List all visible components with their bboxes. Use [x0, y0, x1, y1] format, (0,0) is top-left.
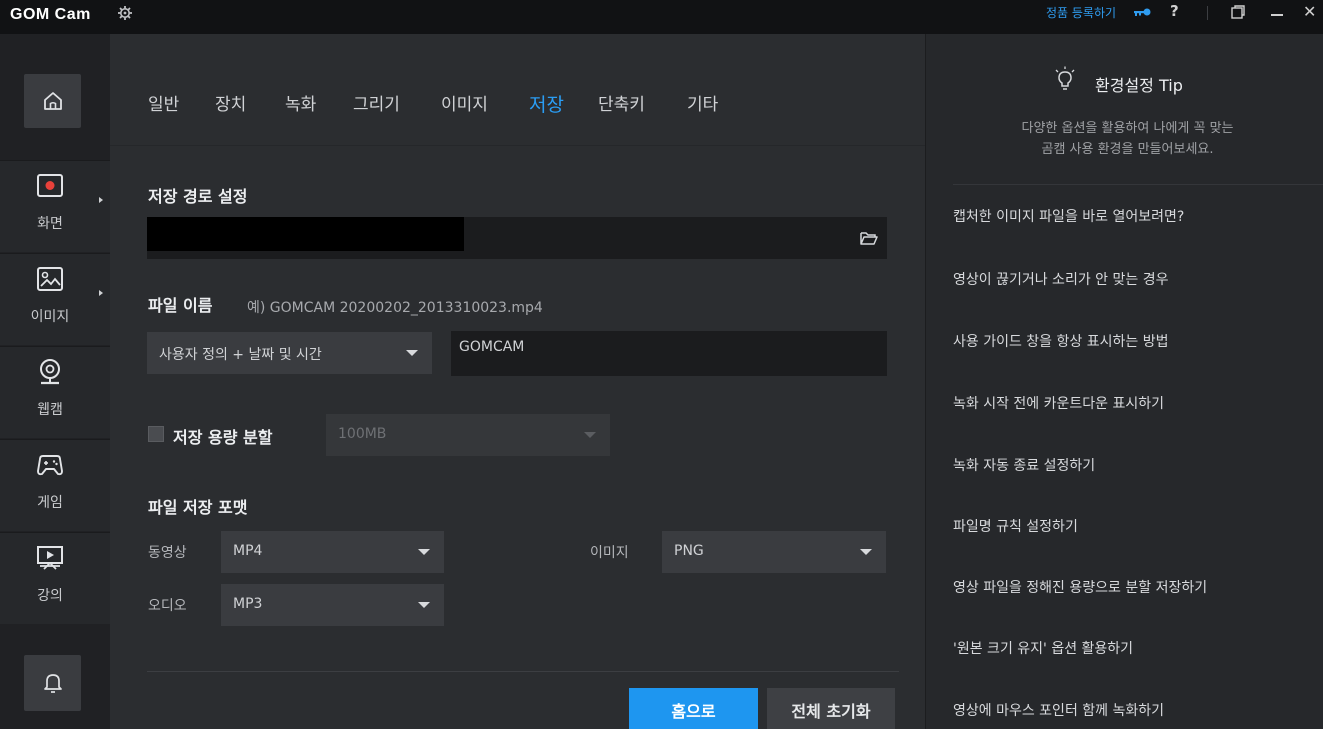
- gamepad-icon: [37, 455, 63, 476]
- tip-link[interactable]: 녹화 자동 종료 설정하기: [953, 455, 1095, 475]
- restore-window-icon[interactable]: [1231, 5, 1245, 19]
- home-icon: [43, 92, 62, 110]
- tips-divider: [953, 184, 1323, 185]
- notification-button[interactable]: [24, 655, 81, 711]
- tab-recording[interactable]: 녹화: [285, 90, 316, 115]
- audio-format-select[interactable]: MP3: [221, 584, 444, 626]
- submenu-arrow-icon: [99, 290, 103, 296]
- register-link[interactable]: 정품 등록하기: [1046, 4, 1116, 21]
- title-bar: GOM Cam 정품 등록하기 ? ✕: [0, 0, 1323, 34]
- sidebar-item-label: 게임: [37, 495, 63, 511]
- tip-link[interactable]: 영상이 끊기거나 소리가 안 맞는 경우: [953, 269, 1168, 289]
- select-value: PNG: [674, 543, 704, 559]
- lecture-icon: [37, 546, 63, 570]
- submenu-arrow-icon: [99, 197, 103, 203]
- chevron-down-icon: [860, 549, 872, 555]
- sidebar-item-label: 이미지: [30, 309, 70, 325]
- file-name-example: 예) GOMCAM 20200202_2013310023.mp4: [247, 300, 543, 316]
- screen-record-icon: [37, 174, 63, 197]
- video-format-select[interactable]: MP4: [221, 531, 444, 573]
- footer-divider: [147, 671, 899, 672]
- tab-drawing[interactable]: 그리기: [353, 90, 400, 115]
- select-value: MP3: [233, 596, 263, 612]
- tab-general[interactable]: 일반: [148, 90, 179, 115]
- home-button[interactable]: [24, 74, 81, 128]
- select-value: 100MB: [338, 426, 387, 442]
- tip-link[interactable]: 파일명 규칙 설정하기: [953, 516, 1078, 536]
- sidebar-item-screen[interactable]: 화면: [0, 160, 110, 252]
- chevron-down-icon: [584, 432, 596, 438]
- app-logo: GOM Cam: [10, 6, 91, 23]
- select-value: 사용자 정의 + 날짜 및 시간: [159, 347, 322, 363]
- select-value: MP4: [233, 543, 263, 559]
- tip-link[interactable]: 녹화 시작 전에 카운트다운 표시하기: [953, 393, 1164, 413]
- file-name-input[interactable]: GOMCAM: [451, 331, 887, 376]
- tips-title: 환경설정 Tip: [1095, 76, 1183, 95]
- tips-description: 다양한 옵션을 활용하여 나에게 꼭 맞는: [1021, 121, 1234, 136]
- sidebar-item-label: 강의: [37, 588, 63, 604]
- tip-link[interactable]: 캡처한 이미지 파일을 바로 열어보려면?: [953, 206, 1184, 226]
- folder-open-icon[interactable]: [860, 231, 878, 246]
- sidebar-item-label: 웹캠: [37, 402, 63, 418]
- chevron-down-icon: [418, 602, 430, 608]
- gear-icon[interactable]: [117, 5, 133, 21]
- file-name-mode-select[interactable]: 사용자 정의 + 날짜 및 시간: [147, 332, 432, 374]
- tip-link[interactable]: 사용 가이드 창을 항상 표시하는 방법: [953, 331, 1168, 351]
- reset-all-button[interactable]: 전체 초기화: [767, 688, 895, 729]
- sidebar-item-label: 화면: [37, 216, 63, 232]
- titlebar-divider: [1207, 6, 1208, 20]
- key-icon: [1134, 8, 1151, 16]
- bell-icon: [43, 674, 62, 693]
- audio-format-label: 오디오: [148, 598, 187, 614]
- sidebar-item-game[interactable]: 게임: [0, 439, 110, 531]
- chevron-down-icon: [418, 549, 430, 555]
- tips-description: 곰캠 사용 환경을 만들어보세요.: [1041, 142, 1214, 157]
- tab-device[interactable]: 장치: [215, 90, 246, 115]
- chevron-down-icon: [406, 350, 418, 356]
- lightbulb-icon: [1055, 66, 1075, 90]
- redacted-path: [147, 217, 464, 251]
- file-format-title: 파일 저장 포맷: [148, 498, 248, 517]
- image-format-label: 이미지: [590, 545, 629, 561]
- close-icon[interactable]: ✕: [1303, 2, 1316, 21]
- tip-link[interactable]: '원본 크기 유지' 옵션 활용하기: [953, 638, 1133, 658]
- split-size-label: 저장 용량 분할: [173, 428, 273, 447]
- tab-etc[interactable]: 기타: [687, 90, 718, 115]
- sidebar-item-webcam[interactable]: 웹캠: [0, 346, 110, 438]
- sidebar-item-lecture[interactable]: 강의: [0, 532, 110, 624]
- video-format-label: 동영상: [148, 545, 187, 561]
- tab-shortcut[interactable]: 단축키: [598, 90, 645, 115]
- tab-image[interactable]: 이미지: [441, 90, 488, 115]
- go-home-button[interactable]: 홈으로: [629, 688, 758, 729]
- file-name-title: 파일 이름: [148, 296, 213, 315]
- webcam-icon: [40, 359, 60, 385]
- save-path-title: 저장 경로 설정: [148, 187, 248, 206]
- sidebar-item-image[interactable]: 이미지: [0, 253, 110, 345]
- tip-link[interactable]: 영상 파일을 정해진 용량으로 분할 저장하기: [953, 577, 1207, 597]
- help-icon[interactable]: ?: [1170, 2, 1179, 20]
- tab-save[interactable]: 저장: [529, 90, 564, 117]
- split-size-select[interactable]: 100MB: [326, 414, 610, 456]
- minimize-icon[interactable]: [1271, 14, 1283, 16]
- split-size-checkbox[interactable]: [148, 426, 164, 442]
- tip-link[interactable]: 영상에 마우스 포인터 함께 녹화하기: [953, 700, 1164, 720]
- image-icon: [37, 267, 63, 291]
- image-format-select[interactable]: PNG: [662, 531, 886, 573]
